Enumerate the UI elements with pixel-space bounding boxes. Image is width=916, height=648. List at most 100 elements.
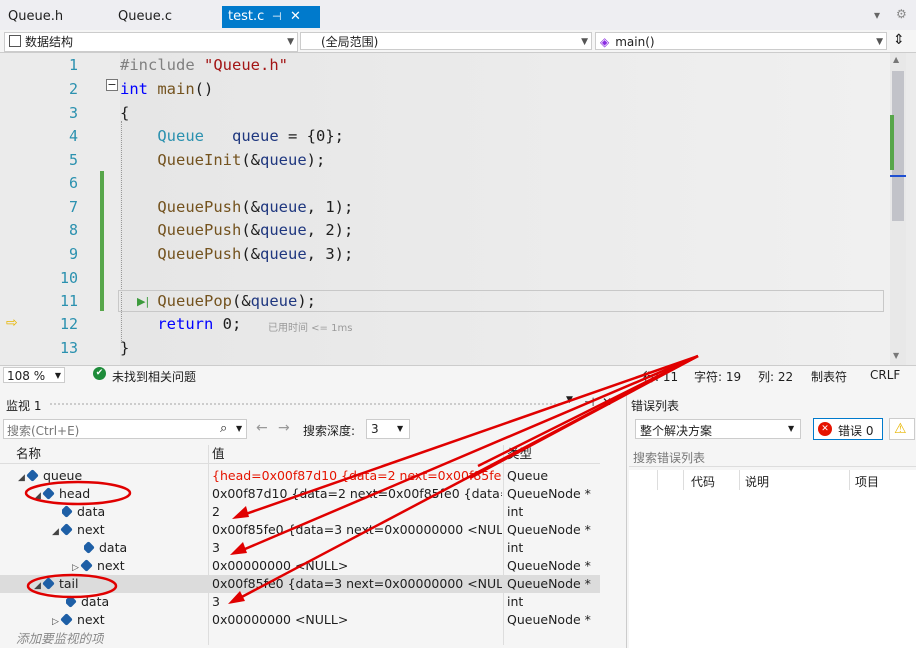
variable-icon (26, 469, 39, 482)
line-number: 4 (68, 127, 78, 145)
expand-icon[interactable]: ◢ (34, 577, 44, 593)
row-value: 3 (212, 540, 220, 555)
pin-icon[interactable]: ⊣ (584, 395, 594, 409)
watch-panel: 监视 1 ▼ ⊣ ✕ 搜索(Ctrl+E) ⌕ ▼ ← → 搜索深度: 3 ▼ … (0, 393, 620, 648)
chevron-down-icon: ▼ (54, 371, 61, 380)
column-code[interactable]: 代码 (691, 473, 715, 490)
table-row[interactable]: ▷ next 0x00000000 <NULL> QueueNode * (0, 611, 600, 629)
tab-list-dropdown-icon[interactable]: ▾ (874, 8, 880, 22)
warnings-filter-button[interactable]: ⚠ (889, 418, 915, 440)
line-number: 11 (59, 292, 78, 310)
watch-title: 监视 1 (6, 399, 42, 413)
scroll-up-icon[interactable]: ▲ (893, 55, 899, 64)
tab-test-c[interactable]: test.c ⊣ ✕ (222, 6, 320, 28)
collapsed-icon[interactable]: ▷ (52, 613, 62, 629)
code-line-1: #include "Queue.h" (120, 56, 288, 74)
table-row[interactable]: ◢ head 0x00f87d10 {data=2 next=0x00f85fe0… (0, 485, 600, 503)
row-type: QueueNode * (507, 612, 591, 627)
table-row[interactable]: ◢ queue {head=0x00f87d10 {data=2 next=0x0… (0, 467, 600, 485)
code-line-4: Queue queue = {0}; (157, 127, 344, 145)
tab-label: test.c (228, 9, 265, 24)
search-input[interactable]: 搜索(Ctrl+E) ⌕ ▼ (3, 419, 247, 439)
tab-queue-h[interactable]: Queue.h (2, 6, 69, 28)
column-project[interactable]: 项目 (855, 473, 879, 490)
column-description[interactable]: 说明 (745, 473, 769, 490)
zoom-level: 108 % (7, 369, 46, 383)
variable-icon (80, 559, 93, 572)
row-name: data (81, 594, 110, 609)
row-value: 0x00000000 <NULL> (212, 612, 349, 627)
execution-pointer-icon: ⇨ (6, 315, 18, 331)
row-name: data (77, 504, 106, 519)
col-indicator: 列: 22 (758, 370, 794, 384)
scope-combo[interactable]: (全局范围) ▼ (300, 32, 592, 50)
table-row[interactable]: ◢ next 0x00f85fe0 {data=3 next=0x00000000… (0, 521, 600, 539)
collapse-icon[interactable]: − (106, 79, 118, 91)
variable-icon (60, 523, 73, 536)
error-search-placeholder: 搜索错误列表 (633, 451, 706, 465)
code-line-8: QueuePush(&queue, 2); (157, 221, 354, 239)
indent-mode[interactable]: 制表符 (811, 368, 847, 385)
code-editor[interactable]: 1 2 3 4 5 6 7 8 9 10 11 12 13 − #include… (0, 53, 916, 365)
issues-status[interactable]: 未找到相关问题 (112, 368, 196, 385)
error-table-body (629, 490, 916, 648)
column-type[interactable]: 类型 (507, 445, 532, 463)
pin-icon[interactable]: ⊣ (272, 6, 282, 28)
watch-header: 名称 值 类型 (0, 445, 600, 464)
line-number: 8 (68, 221, 78, 239)
chevron-down-icon: ▼ (788, 424, 795, 433)
table-row[interactable]: data 3 int (0, 539, 600, 557)
collapsed-icon[interactable]: ▷ (72, 559, 82, 575)
caret-marker (890, 175, 906, 177)
row-value: 0x00f85fe0 {data=3 next=0x00000000 <NULL… (212, 522, 502, 537)
tab-queue-c[interactable]: Queue.c (112, 6, 178, 28)
code-line-9: QueuePush(&queue, 3); (157, 245, 354, 263)
line-number: 10 (59, 269, 78, 287)
close-icon[interactable]: ✕ (602, 395, 612, 409)
depth-select[interactable]: 3 ▼ (366, 419, 410, 439)
table-row-selected[interactable]: ◢ tail 0x00f85fe0 {data=3 next=0x00000000… (0, 575, 600, 593)
split-icon[interactable]: ⇕ (893, 32, 905, 48)
variable-icon (42, 577, 55, 590)
scroll-down-icon[interactable]: ▼ (893, 351, 899, 360)
table-row[interactable]: ▷ next 0x00000000 <NULL> QueueNode * (0, 557, 600, 575)
expand-icon[interactable]: ◢ (18, 469, 28, 485)
project-combo[interactable]: 数据结构 ▼ (4, 32, 298, 52)
error-search-input[interactable]: 搜索错误列表 (629, 446, 916, 467)
line-number: 2 (68, 80, 78, 98)
variable-icon (62, 505, 73, 518)
add-watch-row[interactable]: 添加要监视的项 (0, 630, 600, 648)
close-icon[interactable]: ✕ (290, 6, 301, 28)
back-arrow-icon[interactable]: ← (256, 420, 268, 436)
expand-icon[interactable]: ◢ (52, 523, 62, 539)
run-to-click-icon[interactable]: ▶| (137, 295, 149, 308)
row-type: Queue (507, 468, 549, 483)
code-line-13: } (120, 339, 130, 357)
table-row[interactable]: data 3 int (0, 593, 600, 611)
column-divider (683, 470, 684, 490)
row-type: QueueNode * (507, 558, 591, 573)
row-name: data (99, 540, 128, 555)
chevron-down-icon[interactable]: ▼ (566, 395, 573, 405)
column-name[interactable]: 名称 (16, 445, 41, 463)
gear-icon[interactable]: ⚙ (896, 7, 907, 21)
chevron-down-icon: ▼ (581, 37, 588, 47)
zoom-combo[interactable]: 108 % ▼ (3, 367, 65, 383)
column-value[interactable]: 值 (212, 445, 225, 463)
editor-scrollbar[interactable]: ▲ ▼ (890, 53, 906, 365)
line-ending[interactable]: CRLF (870, 368, 900, 382)
error-table-header: 代码 说明 项目 (629, 470, 916, 491)
scope-select[interactable]: 整个解决方案 ▼ (635, 419, 801, 439)
depth-value: 3 (371, 422, 379, 436)
table-row[interactable]: data 2 int (0, 503, 600, 521)
expand-icon[interactable]: ◢ (34, 487, 44, 503)
forward-arrow-icon[interactable]: → (278, 420, 290, 436)
function-name: main() (615, 35, 655, 49)
change-marker (890, 115, 894, 170)
function-combo[interactable]: ◈ main() ▼ (595, 32, 887, 50)
code-line-11: QueuePop(&queue); (157, 292, 316, 310)
errors-filter-button[interactable]: ✕ 错误 0 (813, 418, 883, 440)
scope-value: 整个解决方案 (640, 424, 713, 438)
search-icon[interactable]: ⌕ (220, 421, 227, 436)
warning-icon: ⚠ (894, 421, 907, 437)
